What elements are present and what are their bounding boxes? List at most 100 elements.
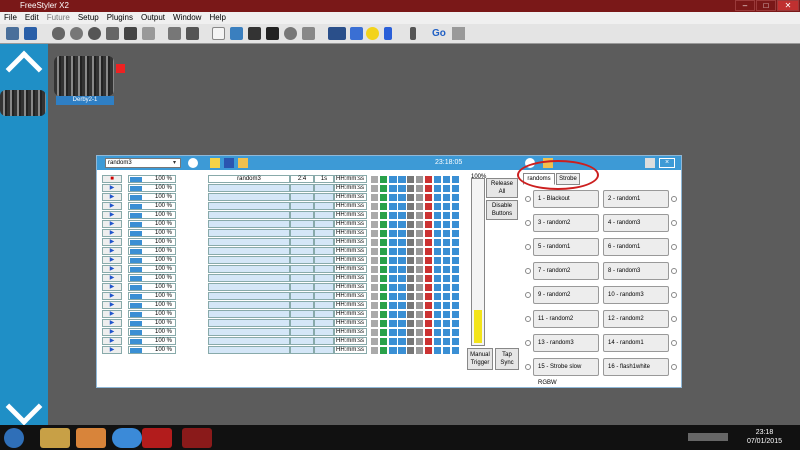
shuffle-icon[interactable] [407,329,414,336]
minimize-button[interactable]: – [735,0,755,11]
cue-fade[interactable] [314,229,334,237]
check-icon[interactable] [443,257,450,264]
wave-icon[interactable] [452,311,459,318]
cue-name[interactable] [208,220,290,228]
refresh-icon[interactable] [380,347,387,354]
play-button[interactable]: ▶ [102,337,122,345]
close-button[interactable]: ✕ [777,0,799,11]
function-button[interactable]: 8 - random3 [603,262,669,280]
cancel-icon[interactable] [425,239,432,246]
cancel-icon[interactable] [425,347,432,354]
radio-option[interactable] [671,364,677,370]
cue-name[interactable] [208,346,290,354]
arrow-right-icon[interactable] [398,230,406,237]
menu-setup[interactable]: Setup [74,12,103,23]
check-icon[interactable] [443,266,450,273]
close-window-icon[interactable]: × [659,158,675,168]
function-button[interactable]: 3 - random2 [533,214,599,232]
wave-icon[interactable] [452,230,459,237]
shuffle-icon[interactable] [407,347,414,354]
menu-help[interactable]: Help [205,12,229,23]
go-button[interactable]: Go [432,28,446,39]
level-slider[interactable]: 100 % [128,220,176,228]
copy-icon[interactable] [168,27,181,40]
note-icon[interactable] [416,275,423,282]
scanner-icon[interactable] [142,27,155,40]
shuffle-icon[interactable] [407,302,414,309]
arrow-right-icon[interactable] [398,185,406,192]
refresh-icon[interactable] [380,230,387,237]
fader-icon[interactable] [266,27,279,40]
check-icon[interactable] [443,311,450,318]
time-field[interactable]: HH:mm:ss [334,283,367,291]
level-slider[interactable]: 100 % [128,229,176,237]
arrow-icon[interactable] [389,203,397,210]
refresh-icon[interactable] [380,203,387,210]
check-icon[interactable] [443,293,450,300]
cue-step[interactable] [290,310,314,318]
grid-icon[interactable] [434,275,441,282]
time-field[interactable]: HH:mm:ss [334,346,367,354]
shuffle-icon[interactable] [407,248,414,255]
time-field[interactable]: HH:mm:ss [334,220,367,228]
manual-trigger-button[interactable]: Manual Trigger [467,348,493,370]
grid-icon[interactable] [434,320,441,327]
edit-icon[interactable] [371,347,378,354]
arrow-right-icon[interactable] [398,347,406,354]
cue-step[interactable]: 2:4 [290,175,314,183]
cue-fade[interactable] [314,184,334,192]
time-field[interactable]: HH:mm:ss [334,319,367,327]
refresh-icon[interactable] [380,284,387,291]
pause-icon[interactable] [384,27,392,40]
note-icon[interactable] [416,176,423,183]
cue-name[interactable]: random3 [208,175,290,183]
cue-step[interactable] [290,301,314,309]
note-icon[interactable] [416,221,423,228]
cue-step[interactable] [290,202,314,210]
arrow-right-icon[interactable] [398,212,406,219]
arrow-right-icon[interactable] [398,257,406,264]
refresh-icon[interactable] [380,338,387,345]
cancel-icon[interactable] [425,212,432,219]
time-field[interactable]: HH:mm:ss [334,202,367,210]
cross-tool-icon[interactable] [24,27,37,40]
cue-fade[interactable]: 1s [314,175,334,183]
grid-icon[interactable] [434,302,441,309]
radio-option[interactable] [525,220,531,226]
grid-icon[interactable] [434,176,441,183]
wave-icon[interactable] [452,221,459,228]
edit-icon[interactable] [371,176,378,183]
cue-fade[interactable] [314,274,334,282]
radio-option[interactable] [671,292,677,298]
shuffle-icon[interactable] [407,320,414,327]
time-field[interactable]: HH:mm:ss [334,175,367,183]
refresh-icon[interactable] [380,221,387,228]
note-icon[interactable] [416,257,423,264]
system-clock[interactable]: 23:18 07/01/2015 [747,428,782,446]
level-slider[interactable]: 100 % [128,265,176,273]
disc-icon[interactable] [88,27,101,40]
radio-option[interactable] [525,340,531,346]
cue-step[interactable] [290,337,314,345]
grid-icon[interactable] [434,203,441,210]
edit-icon[interactable] [371,239,378,246]
open-folder-icon[interactable] [238,158,248,168]
arrow-right-icon[interactable] [398,293,406,300]
star-icon[interactable] [366,27,379,40]
arrow-icon[interactable] [389,320,397,327]
check-icon[interactable] [443,338,450,345]
cue-step[interactable] [290,184,314,192]
time-field[interactable]: HH:mm:ss [334,337,367,345]
grid-icon[interactable] [434,185,441,192]
wave-icon[interactable] [452,302,459,309]
radio-option[interactable] [671,196,677,202]
check-icon[interactable] [443,176,450,183]
fixture-edit-icon[interactable] [210,158,220,168]
play-button[interactable]: ■ [102,175,122,183]
play-button[interactable]: ▶ [102,274,122,282]
cue-fade[interactable] [314,265,334,273]
arrow-icon[interactable] [389,293,397,300]
check-icon[interactable] [443,320,450,327]
wave-icon[interactable] [452,320,459,327]
cue-step[interactable] [290,211,314,219]
